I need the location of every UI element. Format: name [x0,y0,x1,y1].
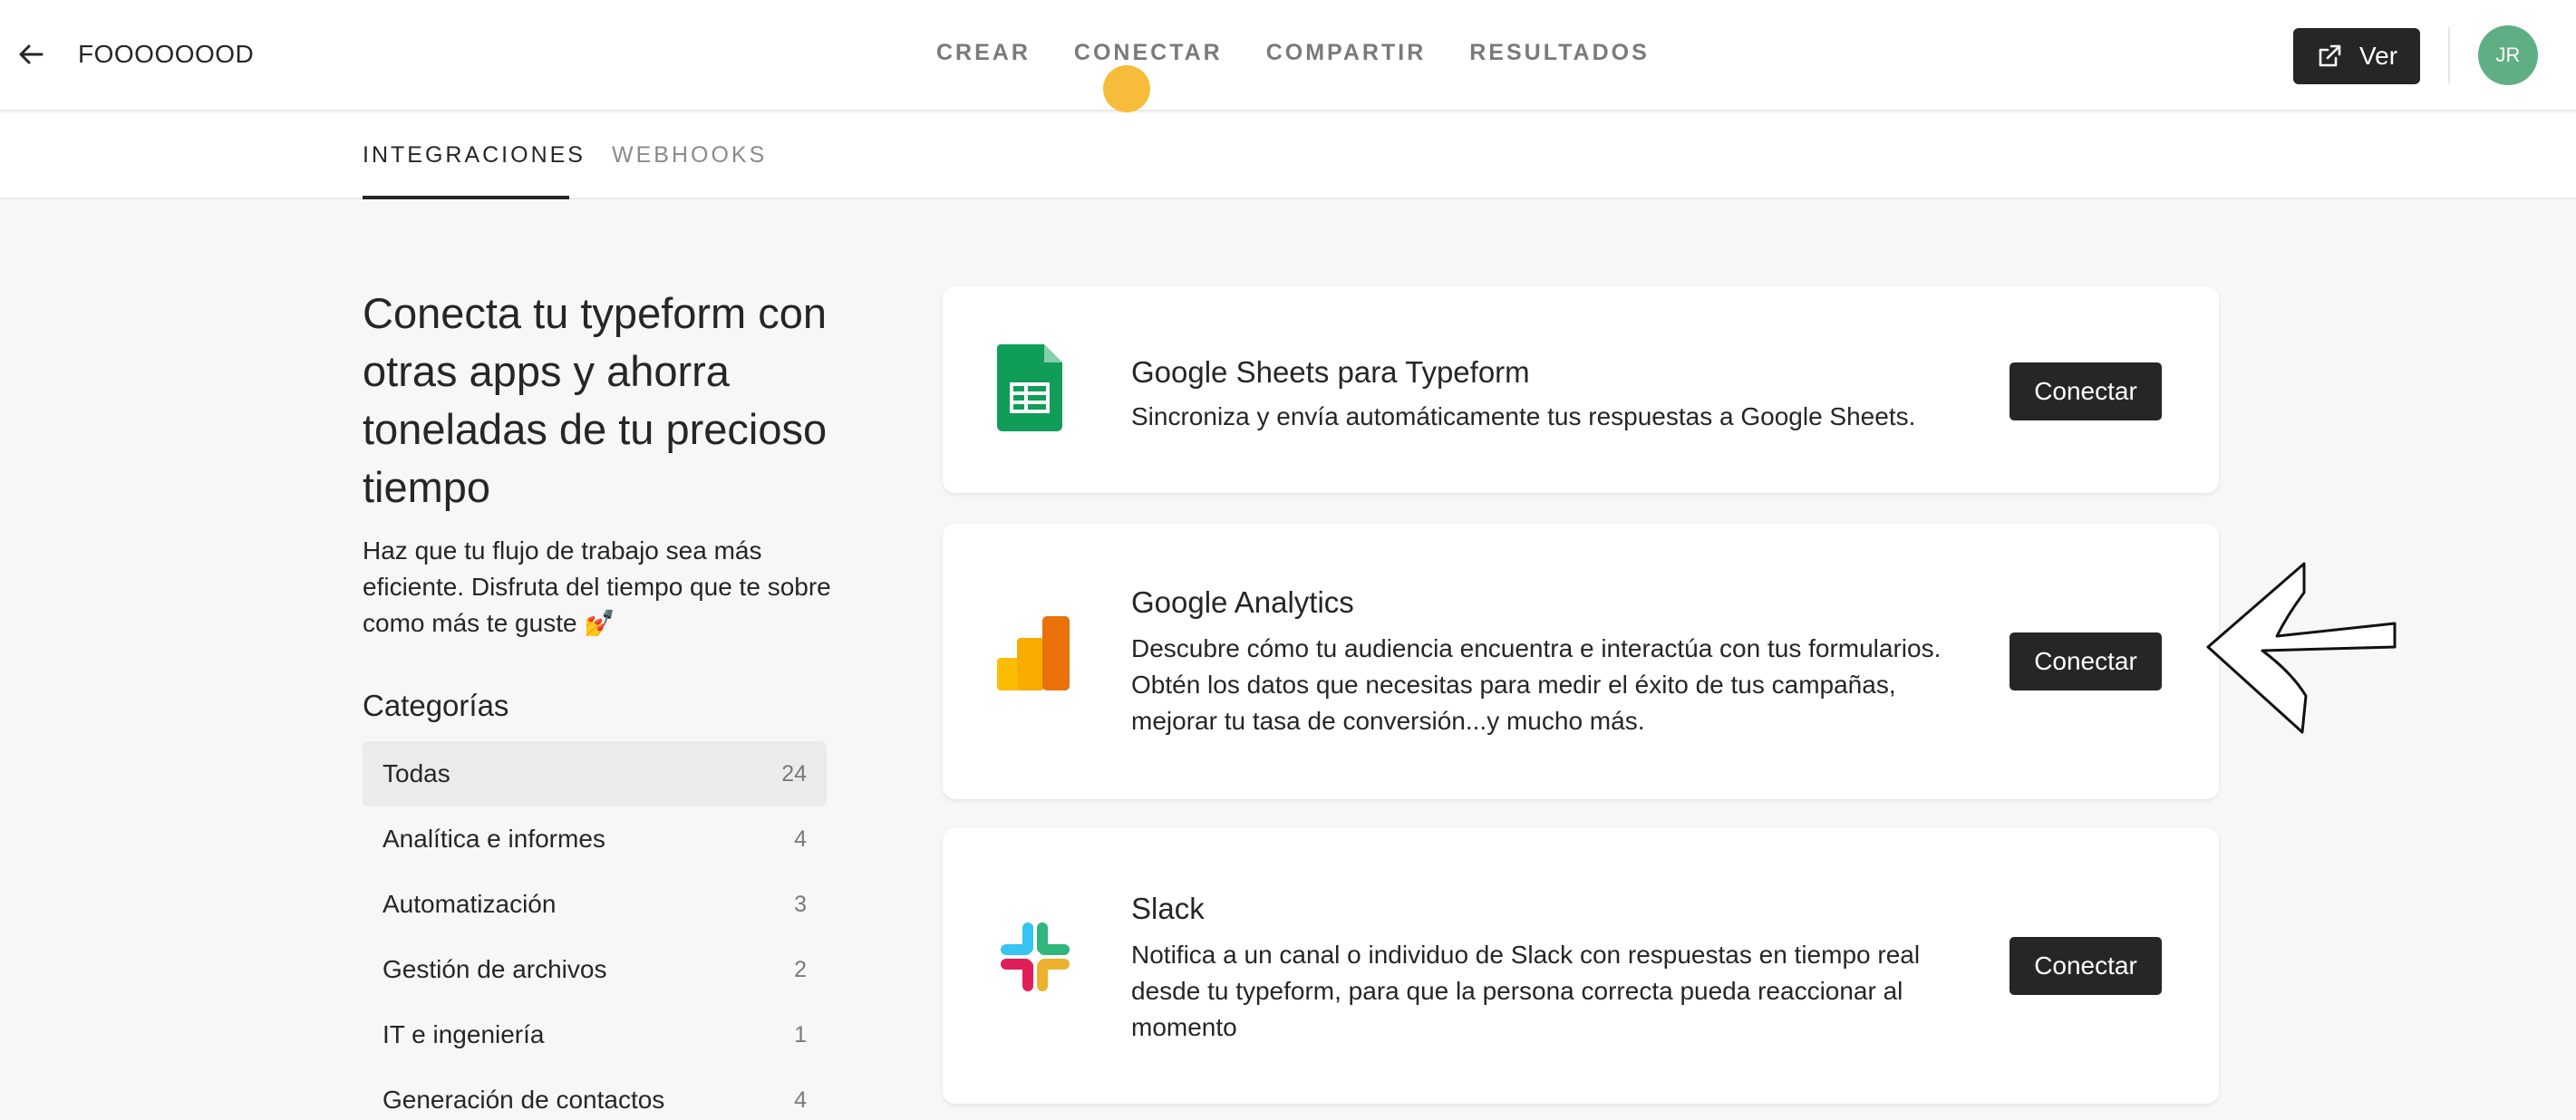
category-count: 1 [794,1021,807,1048]
google-analytics-icon [997,616,1071,695]
avatar[interactable]: JR [2478,25,2538,85]
category-list: Todas 24 Analítica e informes 4 Automati… [363,741,827,1120]
category-label: Generación de contactos [383,1086,665,1114]
slack-icon [1001,922,1070,996]
category-count: 4 [794,1086,807,1113]
category-label: Automatización [383,890,557,918]
top-bar: FOOOOOOOD CREAR CONECTAR COMPARTIR RESUL… [0,0,2576,112]
category-count: 3 [794,891,807,917]
category-item-it[interactable]: IT e ingeniería 1 [363,1002,827,1067]
category-count: 24 [781,760,807,787]
arrow-annotation-icon [2204,560,2404,746]
category-item-automatizacion[interactable]: Automatización 3 [363,872,827,937]
tab-resultados[interactable]: RESULTADOS [1469,40,1650,66]
active-subtab-underline [363,196,569,199]
tab-crear[interactable]: CREAR [936,40,1031,66]
integration-description: Notifica a un canal o individuo de Slack… [1131,941,1921,1041]
integration-title: Google Sheets para Typeform [1131,355,1530,389]
external-link-icon [2319,44,2341,67]
categories-title: Categorías [363,689,509,722]
back-arrow-icon[interactable] [13,36,49,72]
category-label: IT e ingeniería [383,1020,545,1048]
tab-webhooks[interactable]: WEBHOOKS [612,142,767,169]
tab-conectar[interactable]: CONECTAR [1074,40,1223,66]
main-nav: CREAR CONECTAR COMPARTIR RESULTADOS [936,40,1693,66]
intro-text: Haz que tu flujo de trabajo sea más efic… [363,536,831,637]
view-button-label: Ver [2358,42,2398,70]
connect-button-google-sheets[interactable]: Conectar [2009,362,2162,420]
integration-card-google-analytics: Google Analytics Descubre cómo tu audien… [943,524,2219,799]
active-tab-indicator [1103,65,1150,112]
category-item-analitica[interactable]: Analítica e informes 4 [363,806,827,872]
tab-integraciones[interactable]: INTEGRACIONES [363,142,586,169]
sub-nav: INTEGRACIONES WEBHOOKS [0,113,2576,199]
category-count: 2 [794,956,807,982]
page-title: Conecta tu typeform con otras apps y aho… [363,289,828,511]
category-label: Gestión de archivos [383,955,607,983]
integration-card-slack: Slack Notifica a un canal o individuo de… [943,828,2219,1104]
category-item-todas[interactable]: Todas 24 [363,741,827,806]
form-name[interactable]: FOOOOOOOD [78,40,254,69]
category-item-archivos[interactable]: Gestión de archivos 2 [363,937,827,1002]
header-divider [2448,27,2450,83]
category-item-contactos[interactable]: Generación de contactos 4 [363,1067,827,1120]
integration-title: Google Analytics [1131,585,1354,619]
integration-description: Sincroniza y envía automáticamente tus r… [1131,402,1916,430]
integration-card-google-sheets: Google Sheets para Typeform Sincroniza y… [943,286,2219,493]
connect-button-google-analytics[interactable]: Conectar [2009,632,2162,690]
view-button[interactable]: Ver [2293,28,2420,84]
connect-button-slack[interactable]: Conectar [2009,937,2162,995]
integration-description: Descubre cómo tu audiencia encuentra e i… [1131,634,1942,735]
integration-title: Slack [1131,892,1205,925]
category-label: Todas [383,759,450,787]
category-label: Analítica e informes [383,825,605,853]
google-sheets-icon [997,344,1062,436]
category-count: 4 [794,826,807,852]
tab-compartir[interactable]: COMPARTIR [1266,40,1427,66]
